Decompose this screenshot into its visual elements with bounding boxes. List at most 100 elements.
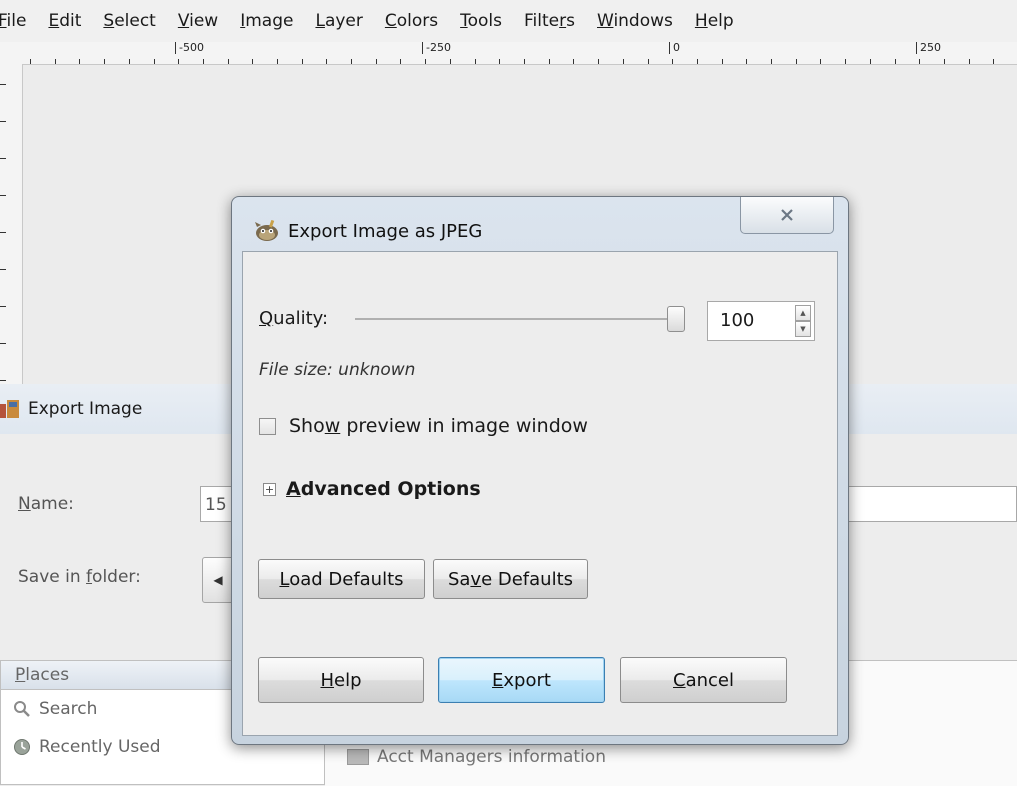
ruler-tick [475,59,476,64]
ruler-label: 250 [916,42,941,54]
ruler-label: -500 [175,42,204,54]
folder-back-button[interactable]: ◀ [202,557,234,603]
place-search-label: Search [39,699,98,719]
ruler-tick [672,59,673,64]
ruler-tick [0,343,6,344]
file-list-item[interactable]: Acct Managers information [347,747,606,767]
file-item-label: Acct Managers information [377,747,606,767]
menu-view[interactable]: View [178,11,218,31]
chevron-left-icon: ◀ [213,573,223,587]
ruler-tick [0,84,6,85]
ruler-tick [820,59,821,64]
show-preview-checkbox[interactable] [259,417,276,435]
quality-slider-track[interactable] [355,318,675,320]
ruler-tick [277,59,278,64]
ruler-tick [0,121,6,122]
ruler-tick [598,59,599,64]
ruler-tick [919,59,920,64]
dialog-title: Export Image as JPEG [288,220,483,242]
cancel-button[interactable]: Cancel [620,657,787,703]
ruler-tick [302,59,303,64]
spin-down-icon[interactable]: ▼ [795,321,811,337]
export-image-icon [0,398,20,420]
menu-help[interactable]: Help [695,11,734,31]
save-defaults-button[interactable]: Save Defaults [433,559,588,599]
ruler-tick [573,59,574,64]
ruler-tick [0,158,6,159]
ruler-tick [524,59,525,64]
export-jpeg-dialog: Export Image as JPEG Quality: 100 ▲ ▼ Fi… [231,196,849,745]
ruler-tick [0,306,6,307]
ruler-tick [326,59,327,64]
ruler-tick [895,59,896,64]
menu-image[interactable]: Image [240,11,293,31]
export-window-title: Export Image [28,399,143,419]
menu-select[interactable]: Select [103,11,155,31]
ruler-tick [55,59,56,64]
ruler-tick [203,59,204,64]
menu-layer[interactable]: Layer [315,11,362,31]
ruler-tick [104,59,105,64]
ruler-tick [252,59,253,64]
load-defaults-button[interactable]: Load Defaults [258,559,425,599]
ruler-tick [623,59,624,64]
ruler-tick [0,232,6,233]
name-label: Name: [18,494,74,514]
ruler-tick [845,59,846,64]
spin-up-icon[interactable]: ▲ [795,305,811,321]
quality-slider-thumb[interactable] [667,306,685,332]
ruler-tick [425,59,426,64]
help-button[interactable]: Help [258,657,424,703]
ruler-tick [228,59,229,64]
ruler-tick [722,59,723,64]
dialog-body: Quality: 100 ▲ ▼ File size: unknown Show… [242,251,838,736]
ruler-tick [648,59,649,64]
folder-icon [347,749,369,765]
ruler-tick [0,380,6,381]
menu-filters[interactable]: Filters [524,11,575,31]
file-size-label: File size: unknown [259,360,416,380]
quality-value[interactable]: 100 [720,302,754,340]
gimp-icon [255,220,278,241]
advanced-options-label: Advanced Options [286,478,481,500]
show-preview-row[interactable]: Show preview in image window [259,415,588,437]
horizontal-ruler[interactable]: -500 -250 0 250 [0,42,1017,65]
advanced-options-expander[interactable]: + Advanced Options [263,478,481,500]
ruler-tick [154,59,155,64]
ruler-label: 0 [669,42,680,54]
ruler-tick [549,59,550,64]
ruler-tick [376,59,377,64]
dialog-titlebar[interactable]: Export Image as JPEG [254,211,482,251]
expand-plus-icon[interactable]: + [263,482,276,496]
ruler-tick [969,59,970,64]
ruler-tick [870,59,871,64]
ruler-tick [0,195,6,196]
ruler-tick [79,59,80,64]
menu-colors[interactable]: Colors [385,11,438,31]
vertical-ruler[interactable] [0,64,23,384]
quality-label: Quality: [259,308,329,329]
close-icon [781,209,793,221]
ruler-tick [178,59,179,64]
recently-used-icon [14,739,30,755]
ruler-tick [400,59,401,64]
close-button[interactable] [740,197,834,234]
ruler-tick [697,59,698,64]
menu-windows[interactable]: Windows [597,11,673,31]
show-preview-label: Show preview in image window [289,415,588,437]
menu-file[interactable]: File [0,11,26,31]
menu-edit[interactable]: Edit [48,11,81,31]
quality-spinbutton[interactable]: 100 ▲ ▼ [707,301,815,341]
ruler-tick [351,59,352,64]
ruler-label: -250 [422,42,451,54]
menu-tools[interactable]: Tools [460,11,502,31]
search-icon [14,701,30,717]
ruler-tick [499,59,500,64]
export-button[interactable]: Export [438,657,605,703]
ruler-tick [944,59,945,64]
ruler-tick [129,59,130,64]
ruler-tick [0,269,6,270]
ruler-tick [796,59,797,64]
ruler-tick [450,59,451,64]
ruler-tick [746,59,747,64]
